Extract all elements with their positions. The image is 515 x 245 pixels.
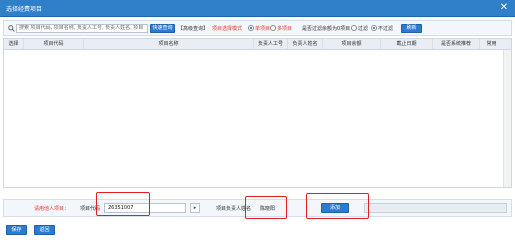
save-button[interactable]: 保存 bbox=[6, 225, 27, 235]
search-icon bbox=[8, 25, 15, 32]
highlight-add-button bbox=[306, 193, 369, 219]
single-project-label: 单项目 bbox=[255, 26, 271, 32]
other-project-hint: 请用他人项目： bbox=[34, 206, 70, 212]
quick-query-button[interactable]: 快速查询 bbox=[150, 24, 175, 33]
column-header-code[interactable]: 项目代码 bbox=[24, 39, 84, 50]
refresh-button[interactable]: 刷新 bbox=[401, 24, 422, 33]
back-button[interactable]: 返回 bbox=[34, 225, 55, 235]
filter-zero-balance-label: 是否过滤余额为0项目 bbox=[302, 26, 351, 32]
no-filter-option-label: 不过滤 bbox=[378, 26, 394, 32]
filter-option-label: 过滤 bbox=[358, 26, 369, 32]
close-icon[interactable]: ✕ bbox=[498, 2, 510, 14]
dialog-title: 选择经费项目 bbox=[6, 6, 43, 13]
multi-project-label: 多项目 bbox=[277, 26, 293, 32]
project-grid: 选择 项目代码 项目名称 负责人工号 负责人姓名 项目余额 截止日期 是否系统推… bbox=[3, 38, 512, 188]
column-header-name[interactable]: 项目名称 bbox=[84, 39, 254, 50]
column-header-select[interactable]: 选择 bbox=[4, 39, 24, 50]
highlight-manager-name bbox=[245, 196, 287, 219]
advanced-query-link[interactable]: 【高级查询】 bbox=[178, 25, 208, 32]
column-header-manager-id[interactable]: 负责人工号 bbox=[254, 39, 288, 50]
highlight-project-code bbox=[96, 192, 150, 216]
multi-project-radio[interactable] bbox=[270, 25, 276, 31]
single-project-radio[interactable] bbox=[248, 25, 254, 31]
grid-header: 选择 项目代码 项目名称 负责人工号 负责人姓名 项目余额 截止日期 是否系统推… bbox=[4, 39, 511, 50]
search-toolbar: 搜索 项目代码, 项目名称, 负责人工号, 负责人姓名, 项目 快速查询 【高级… bbox=[3, 20, 512, 36]
status-field bbox=[364, 203, 507, 213]
dialog-title-bar: 选择经费项目 ✕ bbox=[0, 0, 515, 17]
column-header-manager-name[interactable]: 负责人姓名 bbox=[288, 39, 323, 50]
column-header-balance[interactable]: 项目余额 bbox=[323, 39, 381, 50]
no-filter-radio[interactable] bbox=[371, 25, 377, 31]
selection-mode-label: 项目选择模式 bbox=[212, 26, 243, 32]
column-header-deadline[interactable]: 截止日期 bbox=[381, 39, 433, 50]
lookup-arrow-button[interactable]: ▸ bbox=[190, 203, 200, 213]
column-header-frequent[interactable]: 常用 bbox=[480, 39, 503, 50]
search-input[interactable]: 搜索 项目代码, 项目名称, 负责人工号, 负责人姓名, 项目 bbox=[16, 24, 148, 33]
filter-radio[interactable] bbox=[351, 25, 357, 31]
grid-scrollbar[interactable] bbox=[503, 50, 511, 187]
column-header-recommended[interactable]: 是否系统推荐 bbox=[433, 39, 480, 50]
